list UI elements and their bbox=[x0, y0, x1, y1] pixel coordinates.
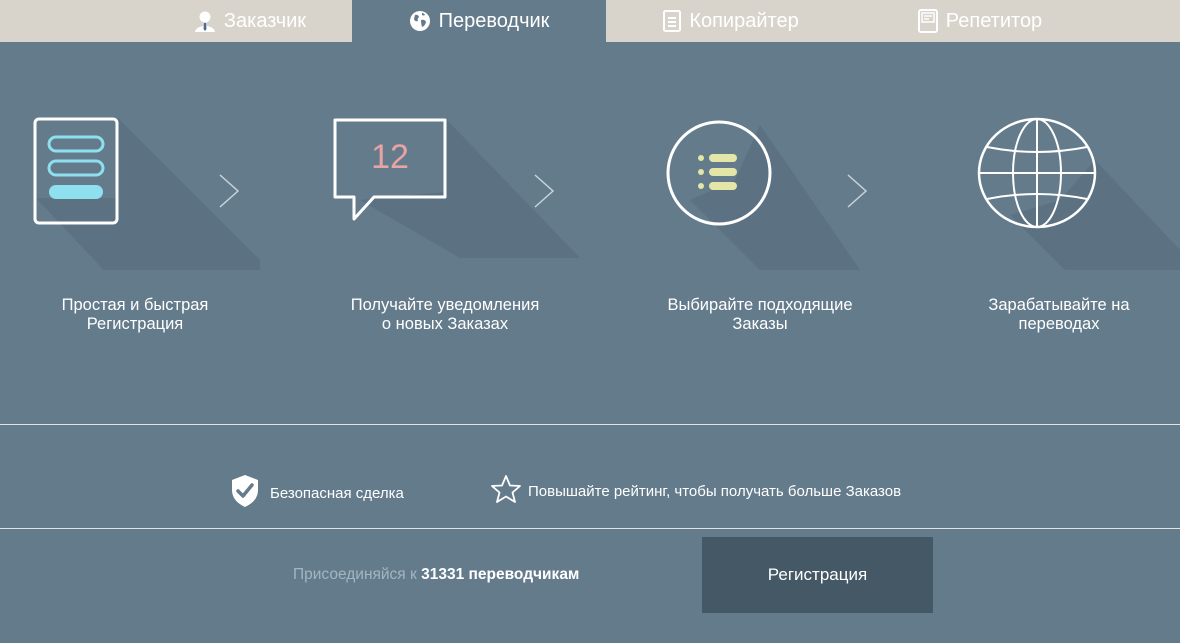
tab-label: Заказчик bbox=[223, 9, 307, 32]
globe-icon bbox=[977, 117, 1097, 234]
feature-safe-deal: Безопасная сделка bbox=[230, 474, 404, 512]
tab-customer[interactable]: Заказчик bbox=[150, 0, 350, 42]
step-1-text: Простая и быстрая Регистрация bbox=[5, 296, 265, 334]
document-icon bbox=[663, 10, 682, 32]
shield-check-icon bbox=[230, 474, 260, 512]
translator-count: 31331 bbox=[421, 566, 465, 583]
notebook-icon bbox=[917, 9, 938, 33]
tab-label: Переводчик bbox=[438, 9, 550, 32]
divider bbox=[0, 424, 1180, 425]
user-icon bbox=[194, 10, 216, 32]
step-1-line-1: Простая и быстрая bbox=[61, 296, 209, 314]
chevron-right-icon bbox=[218, 173, 240, 214]
tab-label: Копирайтер bbox=[689, 9, 799, 32]
chevron-right-icon bbox=[846, 173, 868, 214]
step-3-line-1: Выбирайте подходящие bbox=[667, 296, 853, 314]
step-4-line-2: переводах bbox=[1018, 315, 1100, 333]
step-3-text: Выбирайте подходящие Заказы bbox=[630, 296, 890, 334]
register-button[interactable]: Регистрация bbox=[702, 537, 933, 613]
join-suffix: переводчикам bbox=[468, 566, 580, 583]
notification-badge-count: 12 bbox=[371, 138, 409, 176]
tab-bar: Заказчик Переводчик Копирайтер Репетитор bbox=[0, 0, 1180, 42]
join-text: Присоединяйся к 31331 переводчикам bbox=[293, 566, 579, 584]
step-2-line-1: Получайте уведомления bbox=[350, 296, 540, 314]
list-icon bbox=[665, 119, 773, 232]
chevron-right-icon bbox=[533, 173, 555, 214]
feature-label: Повышайте рейтинг, чтобы получать больше… bbox=[528, 482, 902, 500]
join-prefix: Присоединяйся к bbox=[293, 566, 417, 583]
feature-rating: Повышайте рейтинг, чтобы получать больше… bbox=[490, 474, 901, 508]
step-1-line-2: Регистрация bbox=[86, 315, 184, 333]
step-4-text: Зарабатывайте на переводах bbox=[944, 296, 1174, 334]
tab-tutor[interactable]: Репетитор bbox=[880, 0, 1080, 42]
form-icon bbox=[33, 117, 119, 232]
step-4-line-1: Зарабатывайте на bbox=[988, 296, 1130, 314]
divider bbox=[0, 528, 1180, 529]
step-2-text: Получайте уведомления о новых Заказах bbox=[315, 296, 575, 334]
step-2-line-2: о новых Заказах bbox=[381, 315, 509, 333]
tab-label: Репетитор bbox=[945, 9, 1043, 32]
step-3-line-2: Заказы bbox=[732, 315, 788, 333]
feature-label: Безопасная сделка bbox=[270, 484, 404, 502]
tab-copywriter[interactable]: Копирайтер bbox=[606, 0, 856, 42]
star-icon bbox=[490, 474, 522, 508]
tab-translator[interactable]: Переводчик bbox=[352, 0, 606, 42]
globe-icon bbox=[409, 10, 431, 32]
